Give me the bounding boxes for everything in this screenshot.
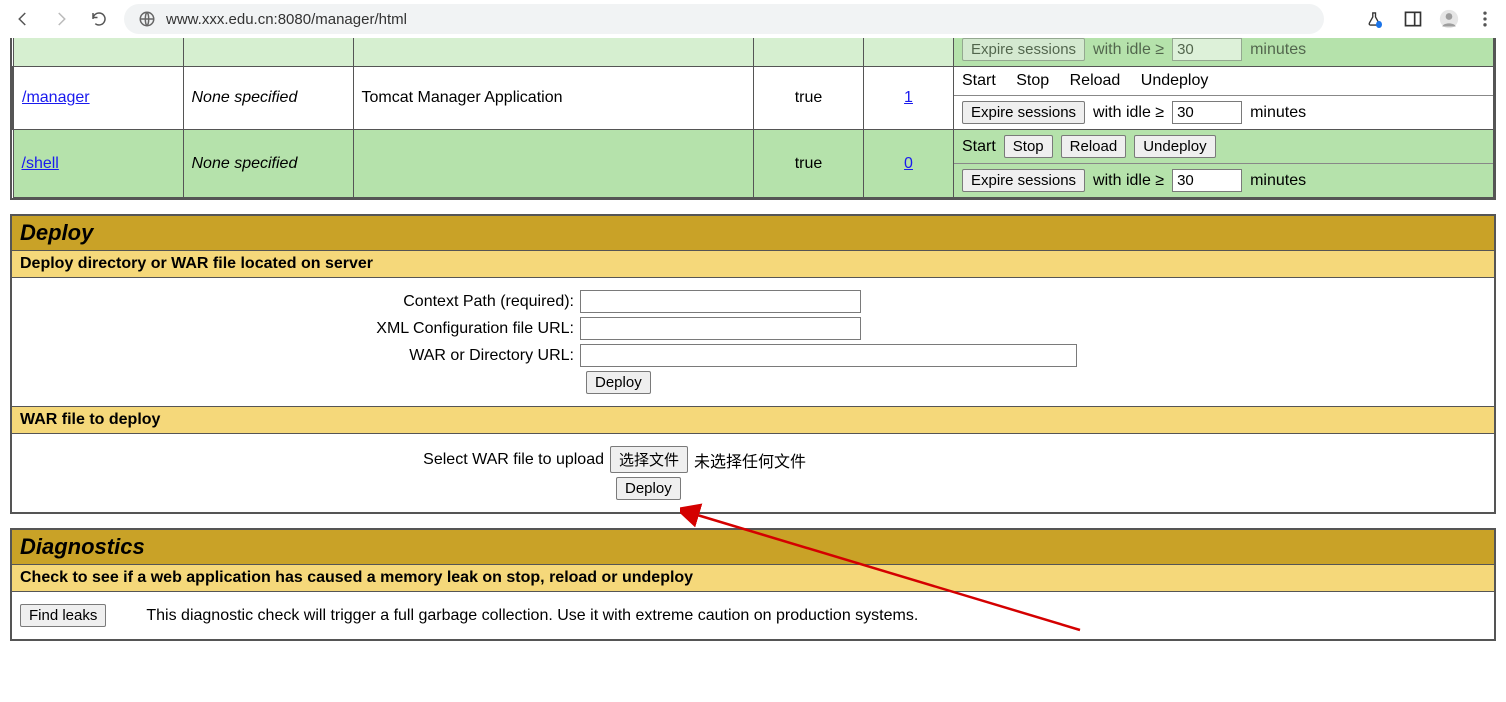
war-url-input[interactable] <box>580 344 1077 367</box>
browser-toolbar <box>0 0 1506 38</box>
deploy-subtitle-server: Deploy directory or WAR file located on … <box>11 251 1495 278</box>
forward-button[interactable] <box>48 6 74 32</box>
undeploy-text: Undeploy <box>1141 72 1209 90</box>
xml-config-label: XML Configuration file URL: <box>20 320 580 338</box>
choose-file-button[interactable]: 选择文件 <box>610 446 688 473</box>
undeploy-button[interactable]: Undeploy <box>1134 135 1215 158</box>
reload-text: Reload <box>1070 72 1121 90</box>
flask-icon[interactable] <box>1366 8 1388 30</box>
sessions-link[interactable]: 0 <box>904 155 913 172</box>
table-row: /manager None specified Tomcat Manager A… <box>13 67 1494 130</box>
panel-icon[interactable] <box>1402 8 1424 30</box>
idle-label: with idle ≥ <box>1093 104 1164 122</box>
profile-icon[interactable] <box>1438 8 1460 30</box>
idle-input[interactable] <box>1172 169 1242 192</box>
diagnostics-section: Diagnostics Check to see if a web applic… <box>10 528 1496 641</box>
reload-button[interactable] <box>86 6 112 32</box>
sessions-link[interactable]: 1 <box>904 89 913 106</box>
expire-sessions-button[interactable]: Expire sessions <box>962 101 1085 124</box>
deploy-title: Deploy <box>11 215 1495 251</box>
diagnostics-text: This diagnostic check will trigger a ful… <box>146 607 918 625</box>
running-cell: true <box>754 67 864 130</box>
deploy-section: Deploy Deploy directory or WAR file loca… <box>10 214 1496 514</box>
idle-input[interactable] <box>1172 101 1242 124</box>
idle-label: with idle ≥ <box>1093 41 1164 59</box>
idle-input[interactable] <box>1172 38 1242 61</box>
back-button[interactable] <box>10 6 36 32</box>
applications-table: Expire sessions with idle ≥ minutes /man… <box>12 38 1494 198</box>
find-leaks-button[interactable]: Find leaks <box>20 604 106 627</box>
diagnostics-title: Diagnostics <box>11 529 1495 565</box>
stop-button[interactable]: Stop <box>1004 135 1053 158</box>
url-input[interactable] <box>164 10 1310 29</box>
table-row: /shell None specified true 0 Start Stop … <box>13 130 1494 198</box>
globe-icon <box>138 10 156 28</box>
context-path-label: Context Path (required): <box>20 293 580 311</box>
minutes-label: minutes <box>1250 41 1306 59</box>
reload-button[interactable]: Reload <box>1061 135 1127 158</box>
deploy-subtitle-upload: WAR file to deploy <box>11 407 1495 434</box>
expire-sessions-button[interactable]: Expire sessions <box>962 38 1085 61</box>
war-url-label: WAR or Directory URL: <box>20 347 580 365</box>
xml-config-input[interactable] <box>580 317 861 340</box>
expire-sessions-button[interactable]: Expire sessions <box>962 169 1085 192</box>
context-path-link[interactable]: /shell <box>22 155 59 172</box>
minutes-label: minutes <box>1250 172 1306 190</box>
idle-label: with idle ≥ <box>1093 172 1164 190</box>
running-cell: true <box>754 130 864 198</box>
deploy-button[interactable]: Deploy <box>586 371 651 394</box>
upload-label: Select WAR file to upload <box>20 451 610 469</box>
no-file-text: 未选择任何文件 <box>694 448 806 472</box>
start-text: Start <box>962 138 996 156</box>
stop-text: Stop <box>1016 72 1049 90</box>
diagnostics-subtitle: Check to see if a web application has ca… <box>11 565 1495 592</box>
start-text: Start <box>962 72 996 90</box>
deploy-upload-button[interactable]: Deploy <box>616 477 681 500</box>
version-cell: None specified <box>183 67 353 130</box>
display-name-cell: Tomcat Manager Application <box>353 67 754 130</box>
minutes-label: minutes <box>1250 104 1306 122</box>
url-bar[interactable] <box>124 4 1324 34</box>
context-path-link[interactable]: /manager <box>22 89 90 106</box>
display-name-cell <box>353 130 754 198</box>
version-cell: None specified <box>183 130 353 198</box>
context-path-input[interactable] <box>580 290 861 313</box>
menu-icon[interactable] <box>1474 8 1496 30</box>
table-row: Expire sessions with idle ≥ minutes <box>13 38 1494 67</box>
